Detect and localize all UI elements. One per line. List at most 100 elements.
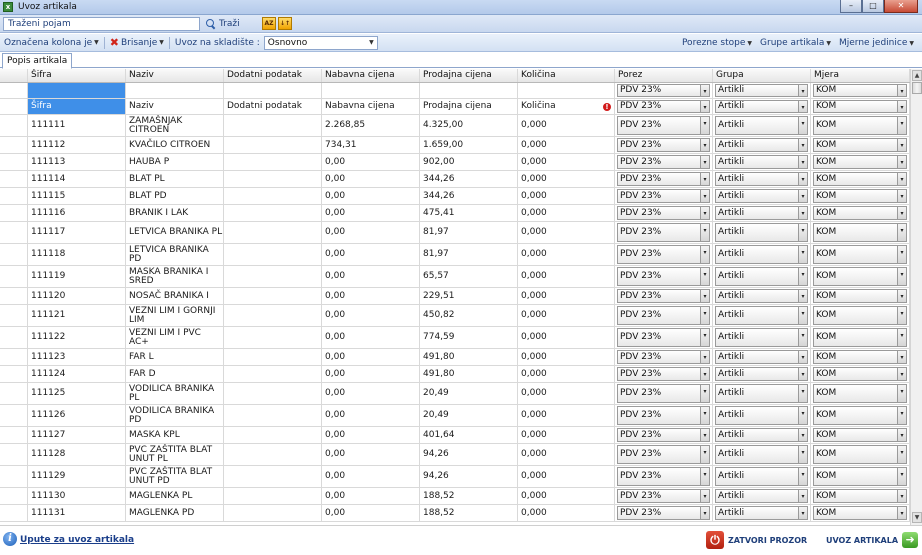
search-input[interactable]: Traženi pojam <box>3 17 200 31</box>
porez-combo[interactable]: PDV 23% ▾ <box>617 245 710 264</box>
naziv-cell[interactable]: VODILICA BRANIKA PD <box>126 405 224 426</box>
chevron-down-icon[interactable]: ▾ <box>897 139 906 151</box>
chevron-down-icon[interactable]: ▾ <box>798 156 807 168</box>
mapping-cell[interactable]: Naziv <box>126 99 224 114</box>
grupa-combo[interactable]: Artikli ▾ <box>715 467 808 486</box>
chevron-down-icon[interactable]: ▾ <box>897 207 906 219</box>
mapping-cell[interactable]: Dodatni podatak <box>224 99 322 114</box>
chevron-down-icon[interactable]: ▾ <box>897 307 906 324</box>
mjera-combo[interactable]: KOM ▾ <box>813 100 907 113</box>
mjera-cell[interactable]: KOM ▾ <box>811 444 910 465</box>
scroll-up-icon[interactable]: ▲ <box>912 70 922 81</box>
mjera-combo[interactable]: KOM ▾ <box>813 328 907 347</box>
close-window-button[interactable]: ✕ <box>884 0 918 13</box>
porez-cell[interactable]: PDV 23% ▾ <box>615 137 713 153</box>
nabavna-cell[interactable]: 2.268,85 <box>322 115 420 136</box>
sifra-cell[interactable]: 111121 <box>28 305 126 326</box>
mjera-cell[interactable]: KOM ▾ <box>811 405 910 426</box>
mjera-cell[interactable]: KOM ▾ <box>811 288 910 304</box>
scroll-down-icon[interactable]: ▼ <box>912 512 922 523</box>
dodatni-cell[interactable] <box>224 427 322 443</box>
prodajna-cell[interactable]: 774,59 <box>420 327 518 348</box>
grupa-combo[interactable]: Artikli ▾ <box>715 445 808 464</box>
chevron-down-icon[interactable]: ▾ <box>798 407 807 424</box>
naziv-cell[interactable]: MASKA KPL <box>126 427 224 443</box>
dodatni-cell[interactable] <box>224 305 322 326</box>
mjera-cell[interactable]: KOM ▾ <box>811 327 910 348</box>
dodatni-cell[interactable] <box>224 244 322 265</box>
porez-combo[interactable]: PDV 23% ▾ <box>617 223 710 242</box>
porez-combo[interactable]: PDV 23% ▾ <box>617 84 710 97</box>
grupa-cell[interactable]: Artikli ▾ <box>713 444 811 465</box>
grupa-cell[interactable]: Artikli ▾ <box>713 266 811 287</box>
filter-cell[interactable] <box>322 83 420 98</box>
prodajna-cell[interactable]: 344,26 <box>420 171 518 187</box>
porez-combo[interactable]: PDV 23% ▾ <box>617 289 710 303</box>
chevron-down-icon[interactable]: ▾ <box>897 101 906 112</box>
prodajna-cell[interactable]: 20,49 <box>420 383 518 404</box>
porez-combo[interactable]: PDV 23% ▾ <box>617 406 710 425</box>
grupa-combo[interactable]: Artikli ▾ <box>715 245 808 264</box>
porez-combo[interactable]: PDV 23% ▾ <box>617 428 710 442</box>
dodatni-cell[interactable] <box>224 366 322 382</box>
chevron-down-icon[interactable]: ▾ <box>798 351 807 363</box>
mjera-cell[interactable]: KOM ▾ <box>811 171 910 187</box>
nabavna-cell[interactable]: 0,00 <box>322 154 420 170</box>
chevron-down-icon[interactable]: ▾ <box>897 446 906 463</box>
mjera-combo[interactable]: KOM ▾ <box>813 223 907 242</box>
grupa-cell[interactable]: Artikli ▾ <box>713 305 811 326</box>
porez-combo[interactable]: PDV 23% ▾ <box>617 116 710 135</box>
kolicina-cell[interactable]: 0,000 <box>518 305 615 326</box>
warehouse-select[interactable]: Osnovno ▼ <box>263 35 378 50</box>
column-header[interactable]: Dodatni podatak <box>224 69 322 82</box>
chevron-down-icon[interactable]: ▾ <box>700 85 709 96</box>
sifra-cell[interactable]: 111124 <box>28 366 126 382</box>
chevron-down-icon[interactable]: ▾ <box>897 224 906 241</box>
naziv-cell[interactable]: KVAČILO CITROEN <box>126 137 224 153</box>
kolicina-cell[interactable]: 0,000 <box>518 505 615 521</box>
porez-cell[interactable]: PDV 23% ▾ <box>615 288 713 304</box>
naziv-cell[interactable]: BRANIK I LAK <box>126 205 224 221</box>
porez-combo[interactable]: PDV 23% ▾ <box>617 350 710 364</box>
mjera-cell[interactable]: KOM ▾ <box>811 505 910 521</box>
prodajna-cell[interactable]: 94,26 <box>420 466 518 487</box>
grupa-combo[interactable]: Artikli ▾ <box>715 172 808 186</box>
nabavna-cell[interactable]: 0,00 <box>322 405 420 426</box>
chevron-down-icon[interactable]: ▾ <box>700 117 709 134</box>
chevron-down-icon[interactable]: ▾ <box>798 290 807 302</box>
vertical-scrollbar[interactable]: ▲ ▼ <box>910 69 922 525</box>
filter-porez-cell[interactable]: PDV 23% ▾ <box>615 83 713 98</box>
chevron-down-icon[interactable]: ▾ <box>700 351 709 363</box>
kolicina-cell[interactable]: 0,000 <box>518 115 615 136</box>
kolicina-cell[interactable]: 0,000 <box>518 444 615 465</box>
chevron-down-icon[interactable]: ▾ <box>798 468 807 485</box>
filter-cell[interactable] <box>126 83 224 98</box>
prodajna-cell[interactable]: 94,26 <box>420 444 518 465</box>
prodajna-cell[interactable]: 229,51 <box>420 288 518 304</box>
dodatni-cell[interactable] <box>224 171 322 187</box>
chevron-down-icon[interactable]: ▾ <box>700 329 709 346</box>
chevron-down-icon[interactable]: ▾ <box>798 446 807 463</box>
naziv-cell[interactable]: VEZNI LIM I PVC AC+ <box>126 327 224 348</box>
mjera-cell[interactable]: KOM ▾ <box>811 154 910 170</box>
chevron-down-icon[interactable]: ▾ <box>798 368 807 380</box>
nabavna-cell[interactable]: 0,00 <box>322 444 420 465</box>
porez-cell[interactable]: PDV 23% ▾ <box>615 205 713 221</box>
naziv-cell[interactable]: MASKA BRANIKA I SRED <box>126 266 224 287</box>
mapping-grupa-cell[interactable]: Artikli ▾ <box>713 99 811 114</box>
chevron-down-icon[interactable]: ▾ <box>897 329 906 346</box>
chevron-down-icon[interactable]: ▾ <box>897 468 906 485</box>
prodajna-cell[interactable]: 81,97 <box>420 244 518 265</box>
mjera-combo[interactable]: KOM ▾ <box>813 206 907 220</box>
grupa-combo[interactable]: Artikli ▾ <box>715 267 808 286</box>
mapping-cell[interactable]: Nabavna cijena <box>322 99 420 114</box>
chevron-down-icon[interactable]: ▾ <box>897 385 906 402</box>
chevron-down-icon[interactable]: ▾ <box>700 368 709 380</box>
mjera-combo[interactable]: KOM ▾ <box>813 384 907 403</box>
sifra-cell[interactable]: 111119 <box>28 266 126 287</box>
prodajna-cell[interactable]: 450,82 <box>420 305 518 326</box>
chevron-down-icon[interactable]: ▾ <box>897 507 906 519</box>
sifra-cell[interactable]: 111116 <box>28 205 126 221</box>
grupa-cell[interactable]: Artikli ▾ <box>713 349 811 365</box>
sifra-cell[interactable]: 111118 <box>28 244 126 265</box>
